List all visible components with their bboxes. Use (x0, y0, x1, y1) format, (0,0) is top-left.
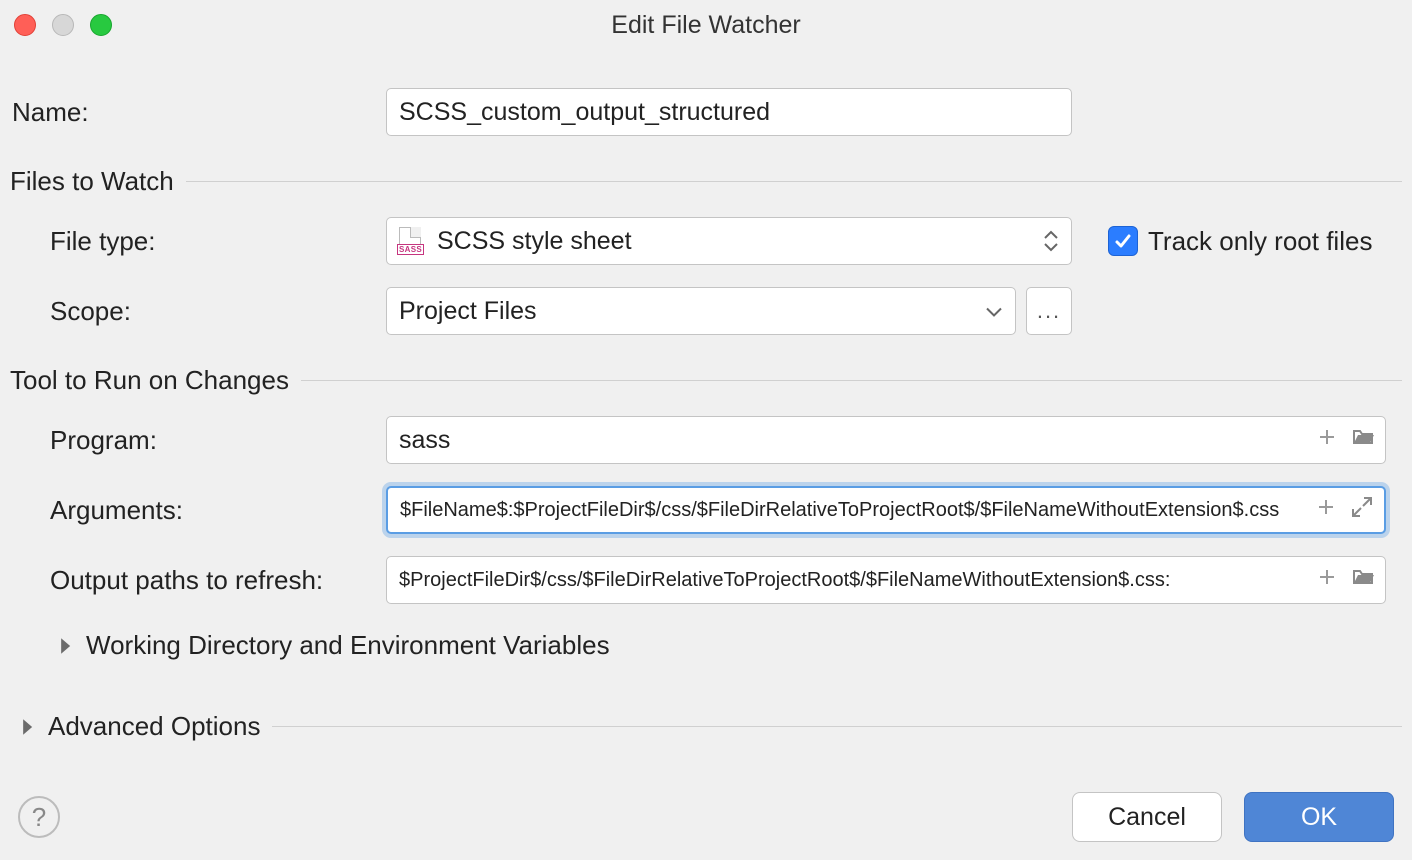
window-controls (14, 14, 112, 36)
chevron-down-icon (985, 297, 1003, 326)
chevron-right-icon (20, 718, 34, 736)
output-paths-input[interactable]: $ProjectFileDir$/css/$FileDirRelativeToP… (386, 556, 1386, 604)
output-paths-row: Output paths to refresh: $ProjectFileDir… (10, 556, 1402, 604)
section-divider (186, 181, 1402, 182)
section-divider (301, 380, 1402, 381)
titlebar: Edit File Watcher (0, 0, 1412, 50)
zoom-window-button[interactable] (90, 14, 112, 36)
chevron-right-icon (58, 637, 72, 655)
advanced-disclosure[interactable]: Advanced Options (20, 711, 260, 742)
insert-macro-icon[interactable] (1315, 565, 1339, 596)
insert-macro-icon[interactable] (1315, 425, 1339, 456)
scope-select[interactable]: Project Files (386, 287, 1016, 335)
output-paths-label: Output paths to refresh: (10, 565, 386, 596)
section-label: Tool to Run on Changes (10, 365, 289, 396)
program-row: Program: sass (10, 416, 1402, 464)
file-type-value: SCSS style sheet (437, 227, 632, 256)
ok-button[interactable]: OK (1244, 792, 1394, 842)
program-label: Program: (10, 425, 386, 456)
section-divider (272, 726, 1402, 727)
file-type-label: File type: (10, 226, 386, 257)
file-type-row: File type: SASS SCSS style sheet (10, 217, 1402, 265)
track-root-checkbox[interactable] (1108, 226, 1138, 256)
minimize-window-button[interactable] (52, 14, 74, 36)
working-dir-label: Working Directory and Environment Variab… (86, 630, 610, 661)
section-label: Advanced Options (48, 711, 260, 742)
expand-icon[interactable] (1350, 495, 1374, 526)
window-title: Edit File Watcher (611, 11, 800, 40)
working-dir-disclosure[interactable]: Working Directory and Environment Variab… (58, 630, 610, 661)
chevron-updown-icon (1043, 230, 1059, 252)
scope-label: Scope: (10, 296, 386, 327)
insert-macro-icon[interactable] (1314, 495, 1338, 526)
output-paths-value: $ProjectFileDir$/css/$FileDirRelativeToP… (399, 569, 1315, 592)
scope-value: Project Files (399, 297, 537, 326)
working-dir-row: Working Directory and Environment Variab… (10, 630, 1402, 661)
dialog-footer: ? Cancel OK (0, 792, 1412, 842)
section-advanced: Advanced Options (20, 711, 1402, 742)
help-button[interactable]: ? (18, 796, 60, 838)
section-tool-to-run: Tool to Run on Changes (10, 365, 1402, 396)
dialog-content: Name: Files to Watch File type: SASS SCS… (0, 50, 1412, 742)
section-label: Files to Watch (10, 166, 174, 197)
name-label: Name: (10, 97, 386, 128)
close-window-button[interactable] (14, 14, 36, 36)
section-files-to-watch: Files to Watch (10, 166, 1402, 197)
name-row: Name: (10, 88, 1402, 136)
track-root-checkbox-wrap: Track only root files (1108, 226, 1372, 257)
arguments-value: $FileName$:$ProjectFileDir$/css/$FileDir… (400, 499, 1314, 522)
sass-file-icon: SASS (399, 227, 427, 255)
browse-folder-icon[interactable] (1351, 425, 1375, 456)
program-input[interactable]: sass (386, 416, 1386, 464)
arguments-label: Arguments: (10, 495, 386, 526)
file-type-select[interactable]: SASS SCSS style sheet (386, 217, 1072, 265)
dialog-window: Edit File Watcher Name: Files to Watch F… (0, 0, 1412, 860)
cancel-button[interactable]: Cancel (1072, 792, 1222, 842)
track-root-label: Track only root files (1148, 226, 1372, 257)
arguments-input[interactable]: $FileName$:$ProjectFileDir$/css/$FileDir… (386, 486, 1386, 534)
browse-folder-icon[interactable] (1351, 565, 1375, 596)
name-input[interactable] (386, 88, 1072, 136)
program-value: sass (399, 426, 1315, 455)
scope-browse-button[interactable]: ... (1026, 287, 1072, 335)
arguments-row: Arguments: $FileName$:$ProjectFileDir$/c… (10, 486, 1402, 534)
scope-row: Scope: Project Files ... (10, 287, 1402, 335)
